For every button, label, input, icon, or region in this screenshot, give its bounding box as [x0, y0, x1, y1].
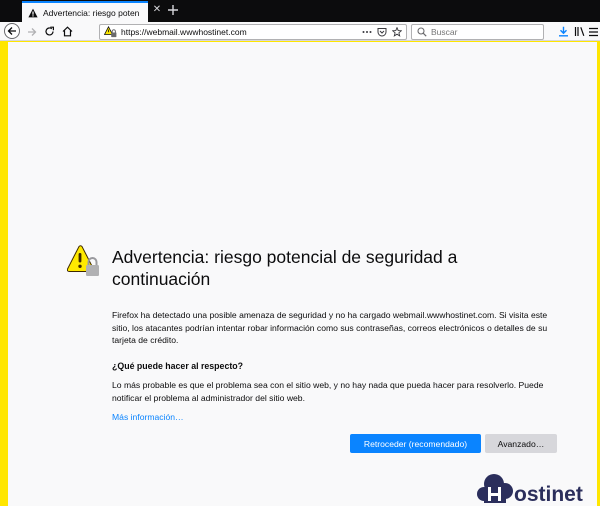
- reload-icon: [45, 26, 54, 36]
- forward-arrow-icon: [27, 27, 36, 36]
- tab-bar: Advertencia: riesgo potencial d ✕: [0, 0, 600, 22]
- search-bar[interactable]: [411, 24, 544, 40]
- pocket-icon[interactable]: [377, 27, 387, 37]
- library-icon: [574, 27, 584, 36]
- go-back-button[interactable]: Retroceder (recomendado): [350, 434, 481, 453]
- tab-close-icon[interactable]: ✕: [152, 5, 162, 15]
- svg-text:ostinet: ostinet: [514, 483, 583, 506]
- hostinet-logo: ostinet: [477, 474, 583, 506]
- what-can-you-do-heading: ¿Qué puede hacer al respecto?: [112, 361, 244, 371]
- warning-page: Advertencia: riesgo potencial de segurid…: [8, 42, 597, 506]
- warning-description: Firefox ha detectado una posible amenaza…: [112, 310, 548, 346]
- menu-button[interactable]: [587, 24, 599, 39]
- what-can-you-do-text: Lo más probable es que el problema sea c…: [112, 380, 544, 403]
- page-title: Advertencia: riesgo potencial de segurid…: [112, 247, 458, 289]
- search-icon: [417, 27, 427, 37]
- page-actions: [362, 26, 402, 38]
- reload-button[interactable]: [42, 24, 57, 39]
- forward-button[interactable]: [24, 24, 39, 39]
- insecure-lock-icon[interactable]: [104, 26, 118, 38]
- back-button[interactable]: [4, 23, 20, 39]
- home-button[interactable]: [60, 24, 75, 39]
- warning-icon: [28, 8, 38, 17]
- search-input[interactable]: [431, 27, 541, 37]
- tab-active[interactable]: Advertencia: riesgo potencial d: [22, 1, 148, 22]
- library-button[interactable]: [572, 24, 587, 39]
- url-text: https://webmail.wwwhostinet.com: [121, 27, 247, 37]
- download-icon: [559, 26, 568, 37]
- tab-title: Advertencia: riesgo potencial d: [43, 7, 139, 18]
- advanced-button[interactable]: Avanzado…: [485, 434, 557, 453]
- hamburger-menu-icon: [588, 27, 598, 36]
- back-arrow-icon: [7, 27, 16, 35]
- more-dots-icon[interactable]: [362, 27, 372, 37]
- star-icon[interactable]: [392, 27, 402, 37]
- download-button[interactable]: [556, 24, 571, 39]
- new-tab-icon[interactable]: [166, 3, 180, 17]
- warning-lock-icon: [67, 245, 99, 276]
- navigation-toolbar: https://webmail.wwwhostinet.com: [0, 22, 600, 41]
- url-bar[interactable]: https://webmail.wwwhostinet.com: [99, 24, 407, 40]
- learn-more-link[interactable]: Más información…: [112, 412, 184, 422]
- home-icon: [62, 26, 73, 37]
